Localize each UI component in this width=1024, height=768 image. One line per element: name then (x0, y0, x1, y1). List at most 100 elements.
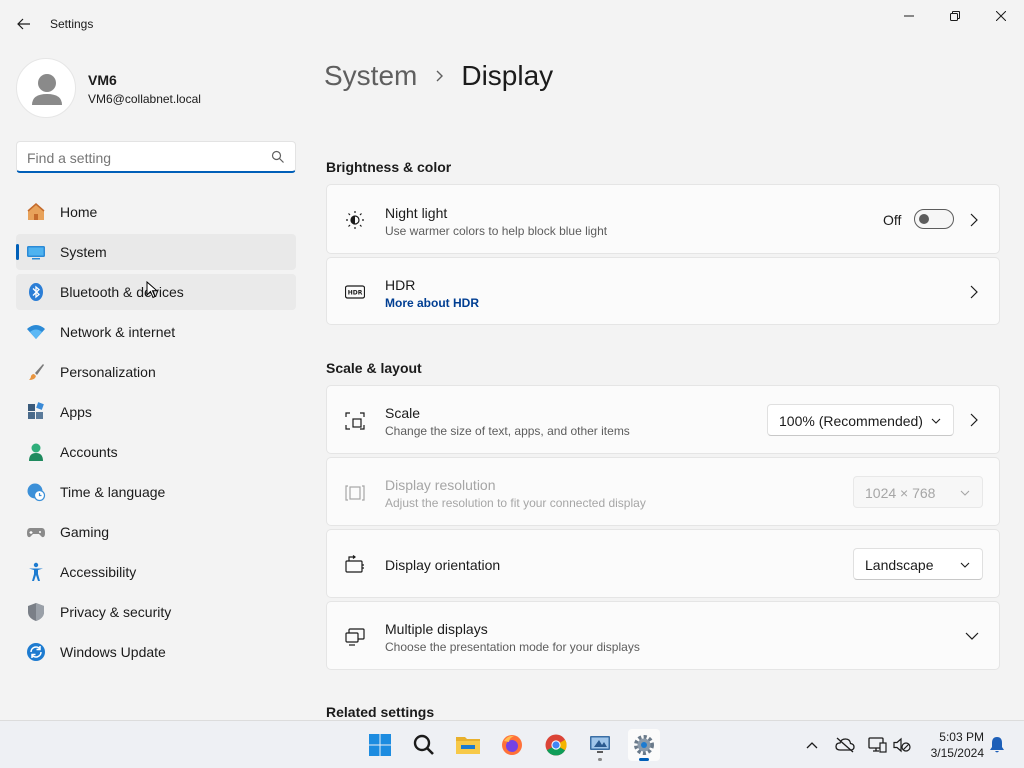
chevron-up-icon (806, 742, 818, 749)
apps-icon (28, 402, 44, 419)
restore-button[interactable] (932, 0, 978, 32)
minimize-icon (904, 15, 914, 17)
close-button[interactable] (978, 0, 1024, 32)
scale-dropdown[interactable]: 100% (Recommended) (767, 404, 954, 436)
sidebar-item-label: Accounts (60, 444, 118, 460)
close-icon (996, 11, 1006, 21)
running-indicator (598, 758, 602, 761)
start-button[interactable] (364, 729, 396, 761)
sidebar-item-label: Network & internet (60, 324, 176, 340)
taskbar: 5:03 PM 3/15/2024 (0, 720, 1024, 768)
hdr-card[interactable]: HDR HDR More about HDR (326, 257, 1000, 325)
toggle-knob (919, 214, 929, 224)
page-title: Display (461, 60, 554, 91)
minimize-button[interactable] (886, 0, 932, 32)
chevron-right-icon[interactable] (969, 285, 979, 299)
multiple-displays-card[interactable]: Multiple displays Choose the presentatio… (326, 601, 1000, 670)
sidebar-item-label: Time & language (60, 484, 166, 500)
resolution-dropdown-value: 1024 × 768 (865, 485, 936, 501)
chevron-right-icon (436, 70, 444, 82)
avatar (16, 58, 76, 118)
night-light-title: Night light (385, 205, 448, 221)
section-title-related: Related settings (326, 704, 435, 720)
sidebar-item-accessibility[interactable]: Accessibility (16, 554, 296, 590)
speaker-muted-icon (893, 737, 911, 753)
onedrive-tray-button[interactable] (833, 733, 857, 757)
night-light-toggle[interactable] (914, 209, 954, 229)
remote-app-button[interactable] (584, 729, 616, 761)
network-tray-button[interactable] (865, 733, 889, 757)
display-orientation-card[interactable]: Display orientation Landscape (326, 529, 1000, 598)
update-icon (27, 643, 45, 661)
search-input[interactable] (27, 148, 257, 168)
bell-icon (990, 737, 1004, 753)
taskbar-search-button[interactable] (408, 729, 440, 761)
sidebar-item-home[interactable]: Home (16, 194, 296, 230)
person-icon (29, 443, 43, 461)
accessibility-icon (29, 562, 43, 581)
sidebar-item-personalization[interactable]: Personalization (16, 354, 296, 390)
scale-card[interactable]: Scale Change the size of text, apps, and… (326, 385, 1000, 454)
resolution-title: Display resolution (385, 477, 496, 493)
chrome-button[interactable] (540, 729, 572, 761)
sidebar-item-label: Gaming (60, 524, 110, 540)
orientation-icon (345, 555, 364, 573)
settings-app-button[interactable] (628, 729, 660, 761)
volume-tray-button[interactable] (890, 733, 914, 757)
night-light-desc: Use warmer colors to help block blue lig… (385, 224, 608, 238)
night-light-card[interactable]: Night light Use warmer colors to help bl… (326, 184, 1000, 254)
firefox-button[interactable] (496, 729, 528, 761)
show-hidden-icons-button[interactable] (800, 733, 824, 757)
multiple-displays-desc: Choose the presentation mode for your di… (385, 640, 640, 654)
search-box[interactable] (16, 141, 296, 173)
mouse-cursor-icon (146, 281, 158, 299)
user-profile[interactable]: VM6 VM6@collabnet.local (16, 58, 296, 118)
orientation-dropdown[interactable]: Landscape (853, 548, 983, 580)
cloud-offline-icon (835, 737, 855, 753)
chevron-down-icon (960, 562, 970, 568)
notifications-button[interactable] (985, 733, 1009, 757)
running-indicator (639, 758, 649, 761)
gamepad-icon (27, 528, 45, 538)
file-explorer-button[interactable] (452, 729, 484, 761)
network-icon (868, 737, 887, 753)
back-button[interactable] (10, 12, 38, 36)
sidebar-item-time-language[interactable]: Time & language (16, 474, 296, 510)
sidebar-item-windows-update[interactable]: Windows Update (16, 634, 296, 670)
chevron-right-icon[interactable] (969, 413, 979, 427)
scale-icon (345, 412, 365, 430)
hdr-link[interactable]: More about HDR (385, 296, 479, 310)
sidebar-item-gaming[interactable]: Gaming (16, 514, 296, 550)
firefox-icon (502, 735, 522, 755)
bluetooth-icon (29, 283, 43, 301)
sidebar-item-label: Personalization (60, 364, 156, 380)
chevron-right-icon[interactable] (969, 213, 979, 227)
taskbar-clock[interactable]: 5:03 PM 3/15/2024 (922, 729, 984, 761)
clock-date: 3/15/2024 (930, 746, 984, 760)
breadcrumb-parent[interactable]: System (324, 60, 417, 92)
globe-clock-icon (27, 483, 46, 502)
gear-icon (634, 735, 654, 755)
sidebar-item-apps[interactable]: Apps (16, 394, 296, 430)
chevron-down-icon (931, 418, 941, 424)
title-bar: Settings (0, 0, 1024, 48)
sidebar-item-privacy[interactable]: Privacy & security (16, 594, 296, 630)
scale-title: Scale (385, 405, 421, 421)
app-title: Settings (50, 17, 94, 31)
scale-desc: Change the size of text, apps, and other… (385, 424, 630, 438)
sidebar-item-system[interactable]: System (16, 234, 296, 270)
scale-dropdown-value: 100% (Recommended) (779, 413, 923, 429)
multiple-displays-title: Multiple displays (385, 621, 488, 637)
display-resolution-card: Display resolution Adjust the resolution… (326, 457, 1000, 526)
chevron-down-icon[interactable] (965, 631, 979, 641)
sidebar-item-accounts[interactable]: Accounts (16, 434, 296, 470)
search-icon[interactable] (271, 150, 285, 164)
sidebar-item-label: Windows Update (60, 644, 166, 660)
hdr-title: HDR (385, 277, 416, 293)
svg-text:HDR: HDR (348, 290, 363, 297)
resolution-dropdown: 1024 × 768 (853, 476, 983, 508)
folder-icon (456, 737, 480, 754)
multiple-displays-icon (345, 628, 365, 646)
sidebar-item-network[interactable]: Network & internet (16, 314, 296, 350)
back-arrow-icon (17, 18, 30, 30)
